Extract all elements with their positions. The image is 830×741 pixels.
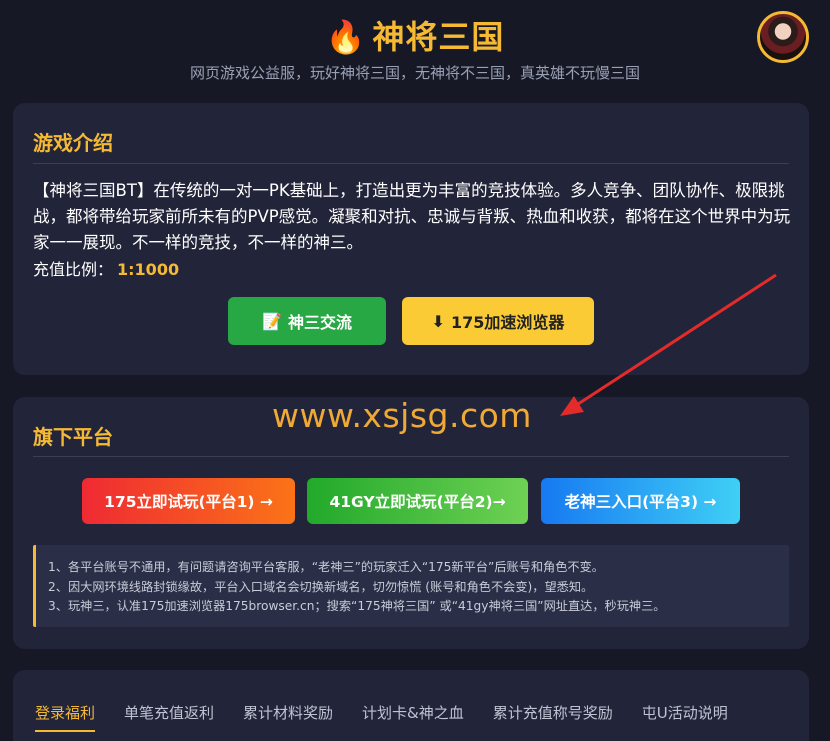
avatar[interactable] (757, 11, 809, 63)
platform-2-button[interactable]: 41GY立即试玩(平台2)→ (307, 478, 528, 524)
ratio-label: 充值比例： (33, 260, 114, 279)
note-line: 3、玩神三，认准175加速浏览器175browser.cn；搜索“175神将三国… (48, 599, 666, 613)
platform-1-button[interactable]: 175立即试玩(平台1) → (82, 478, 295, 524)
intro-text: 【神将三国BT】在传统的一对一PK基础上，打造出更为丰富的竞技体验。多人竞争、团… (33, 181, 791, 252)
page-subtitle: 网页游戏公益服，玩好神将三国，无神将不三国，真英雄不玩慢三国 (189, 64, 640, 82)
tabs-card: 登录福利 单笔充值返利 累计材料奖励 计划卡&神之血 累计充值称号奖励 屯U活动… (13, 670, 809, 741)
intro-card-title: 游戏介绍 (33, 131, 113, 155)
tab-login-rewards[interactable]: 登录福利 (35, 702, 96, 732)
divider (33, 456, 789, 457)
platform-3-button[interactable]: 老神三入口(平台3) → (541, 478, 740, 524)
flame-icon: 🔥 (325, 18, 367, 56)
download-arrow-icon: ⬇ (431, 311, 445, 331)
browser-button-label: 175加速浏览器 (451, 313, 565, 332)
platform-card-title: 旗下平台 (33, 425, 113, 449)
tab-bar: 登录福利 单笔充值返利 累计材料奖励 计划卡&神之血 累计充值称号奖励 屯U活动… (35, 702, 757, 732)
tab-plan-card[interactable]: 计划卡&神之血 (362, 702, 464, 732)
community-button[interactable]: 📝 神三交流 (228, 297, 386, 345)
platform-notes: 1、各平台账号不通用，有问题请咨询平台客服，“老神三”的玩家迁入“175新平台”… (33, 545, 789, 627)
memo-icon: 📝 (262, 311, 282, 331)
note-line: 2、因大网环境线路封锁缘故，平台入口域名会切换新域名，切勿惊慌 (账号和角色不会… (48, 579, 594, 594)
community-button-label: 神三交流 (287, 313, 352, 332)
page-title: 🔥 神将三国 (0, 12, 830, 58)
watermark-url: www.xsjsg.com (272, 396, 532, 435)
tab-cumulative-materials[interactable]: 累计材料奖励 (243, 702, 333, 732)
divider (33, 163, 789, 164)
note-line: 1、各平台账号不通用，有问题请咨询平台客服，“老神三”的玩家迁入“175新平台”… (48, 560, 604, 574)
header: 🔥 神将三国 网页游戏公益服，玩好神将三国，无神将不三国，真英雄不玩慢三国 (0, 0, 830, 100)
tab-hoard-event[interactable]: 屯U活动说明 (642, 702, 728, 732)
browser-download-button[interactable]: ⬇ 175加速浏览器 (402, 297, 594, 345)
recharge-ratio: 充值比例： 1:1000 (33, 256, 179, 280)
intro-card: 游戏介绍 【神将三国BT】在传统的一对一PK基础上，打造出更为丰富的竞技体验。多… (13, 103, 809, 375)
tab-single-recharge-rebate[interactable]: 单笔充值返利 (124, 702, 214, 732)
ratio-value: 1:1000 (117, 260, 180, 279)
tab-cumulative-recharge-title[interactable]: 累计充值称号奖励 (493, 702, 613, 732)
page-title-text: 神将三国 (372, 18, 505, 56)
